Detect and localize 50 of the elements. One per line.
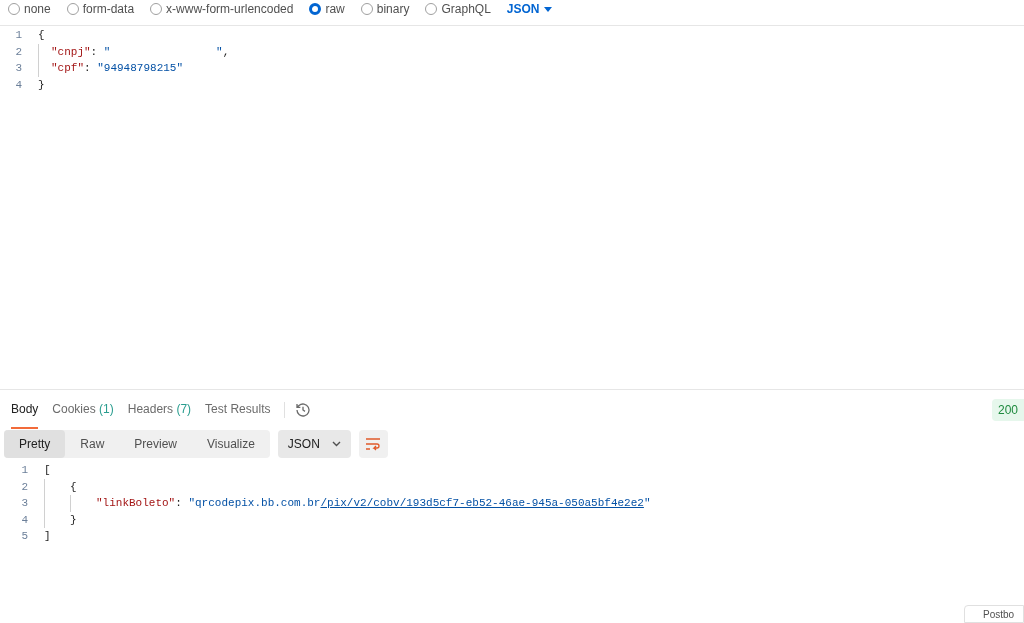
response-tab[interactable]: Test Results	[205, 390, 271, 429]
json-punctuation: ]	[44, 529, 51, 544]
response-tab[interactable]: Headers (7)	[127, 390, 192, 429]
footer-card[interactable]: Postbo	[964, 605, 1024, 623]
line-number: 4	[20, 512, 29, 528]
url-link[interactable]: /pix/v2/cobv/193d5cf7-eb52-46ae-945a-050a5bf4e2e2	[320, 495, 644, 512]
json-string: "94948798215"	[97, 61, 184, 76]
wrap-lines-button[interactable]	[358, 430, 388, 458]
caret-icon	[543, 6, 552, 12]
view-mode-tab[interactable]: Pretty	[4, 430, 66, 458]
line-number: 1	[20, 463, 29, 478]
body-type-radio[interactable]: none	[8, 0, 51, 18]
body-type-radio[interactable]: form-data	[66, 0, 135, 18]
body-type-radio[interactable]: GraphQL	[425, 0, 491, 18]
json-punctuation: :	[90, 44, 99, 60]
json-punctuation: {	[70, 479, 77, 495]
json-string: " "	[103, 44, 223, 60]
response-tab[interactable]: Cookies (1)	[52, 390, 114, 429]
line-number: 2	[14, 44, 23, 60]
radio-icon	[309, 3, 322, 15]
json-string: "	[643, 496, 651, 511]
view-mode-tab[interactable]: Visualize	[192, 430, 270, 458]
chevron-icon	[331, 441, 341, 447]
json-key: "cnpj"	[51, 43, 91, 60]
line-number: 1	[14, 28, 23, 43]
line-number: 4	[14, 77, 23, 93]
line-number: 3	[14, 61, 23, 76]
body-type-radio[interactable]: raw	[309, 0, 345, 18]
json-key: "linkBoleto"	[96, 495, 176, 512]
language-dropdown[interactable]: JSON	[506, 0, 552, 18]
line-number: 3	[20, 496, 29, 511]
view-mode-tab[interactable]: Preview	[119, 430, 193, 458]
wrap-lines-icon	[365, 437, 382, 451]
json-key: "cpf"	[51, 60, 84, 77]
json-punctuation: ,	[222, 44, 230, 60]
json-string: "qrcodepix.bb.com.br	[188, 496, 321, 511]
json-punctuation: {	[38, 28, 45, 43]
json-punctuation: :	[175, 496, 183, 511]
history-icon[interactable]	[295, 401, 312, 418]
json-punctuation: }	[38, 77, 45, 93]
format-dropdown[interactable]: JSON	[277, 430, 351, 458]
body-type-radio[interactable]: x-www-form-urlencoded	[150, 0, 294, 18]
status-badge: 200	[991, 398, 1024, 421]
line-number: 5	[20, 529, 29, 544]
json-punctuation: :	[84, 61, 92, 76]
json-punctuation: }	[70, 512, 77, 528]
json-punctuation: [	[44, 463, 51, 478]
view-mode-tab[interactable]: Raw	[65, 430, 120, 458]
line-number: 2	[20, 479, 29, 495]
body-type-radio[interactable]: binary	[360, 0, 410, 18]
